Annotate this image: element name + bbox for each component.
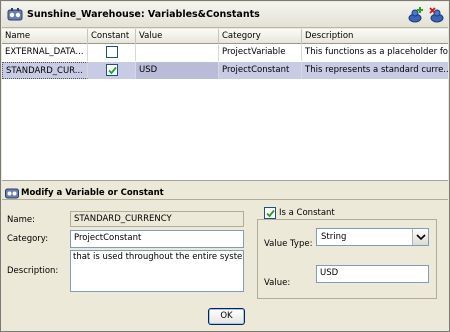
value-type-selected: String — [321, 232, 347, 242]
description-field[interactable]: that is used throughout the entire syste… — [70, 250, 244, 292]
ok-button[interactable]: OK — [208, 308, 245, 325]
window-title: Sunshine_Warehouse: Variables&Constants — [27, 9, 260, 20]
row-value: USD — [136, 62, 219, 79]
delete-variable-button[interactable] — [428, 6, 446, 24]
variables-icon — [7, 8, 23, 21]
is-constant-checkbox[interactable] — [264, 207, 276, 219]
variable-edit-icon — [5, 188, 19, 199]
delete-variable-icon — [429, 7, 444, 23]
row-name: EXTERNAL_DATA... — [2, 44, 88, 61]
row-category: ProjectConstant — [219, 62, 302, 79]
column-header-name[interactable]: Name — [2, 29, 88, 44]
add-variable-icon — [408, 7, 423, 23]
variables-table[interactable]: Name Constant Value Category Description… — [2, 29, 448, 181]
checkmark-icon — [108, 66, 117, 75]
is-constant-label: Is a Constant — [279, 208, 335, 218]
editor-heading: Modify a Variable or Constant — [21, 188, 164, 198]
table-header: Name Constant Value Category Description — [2, 29, 448, 44]
row-constant-cell — [88, 44, 136, 61]
dropdown-arrow-button[interactable] — [412, 229, 428, 245]
variables-dialog: Sunshine_Warehouse: Variables&Constants … — [0, 0, 450, 332]
value-type-label: Value Type: — [264, 239, 313, 249]
editor-divider — [2, 199, 448, 200]
row-description: This functions as a placeholder fo... — [305, 47, 448, 57]
column-header-category[interactable]: Category — [219, 29, 302, 44]
constant-checkbox[interactable] — [106, 64, 118, 76]
constant-checkbox[interactable] — [106, 46, 118, 58]
table-row[interactable]: EXTERNAL_DATA... ProjectVariable This fu… — [2, 44, 448, 61]
category-field[interactable]: ProjectConstant — [70, 230, 244, 248]
name-label: Name: — [7, 215, 35, 225]
column-header-value[interactable]: Value — [136, 29, 219, 44]
row-constant-cell — [88, 62, 136, 79]
row-description: This represents a standard curre... — [305, 65, 448, 75]
row-value — [136, 44, 219, 61]
column-header-constant[interactable]: Constant — [88, 29, 136, 44]
value-label: Value: — [264, 278, 291, 288]
category-label: Category: — [7, 234, 49, 244]
add-variable-button[interactable] — [406, 6, 424, 24]
value-type-select[interactable]: String — [316, 228, 429, 246]
checkmark-icon — [266, 209, 275, 218]
value-field[interactable]: USD — [316, 265, 429, 283]
title-bar: Sunshine_Warehouse: Variables&Constants — [2, 2, 448, 28]
description-label: Description: — [7, 266, 59, 276]
name-field[interactable]: STANDARD_CURRENCY — [70, 211, 244, 227]
row-category: ProjectVariable — [219, 44, 302, 61]
table-row-selected[interactable]: STANDARD_CUR... USD ProjectConstant This… — [2, 62, 448, 79]
column-header-description[interactable]: Description — [302, 29, 448, 44]
row-name: STANDARD_CUR... — [2, 62, 88, 79]
chevron-down-icon — [416, 234, 426, 241]
